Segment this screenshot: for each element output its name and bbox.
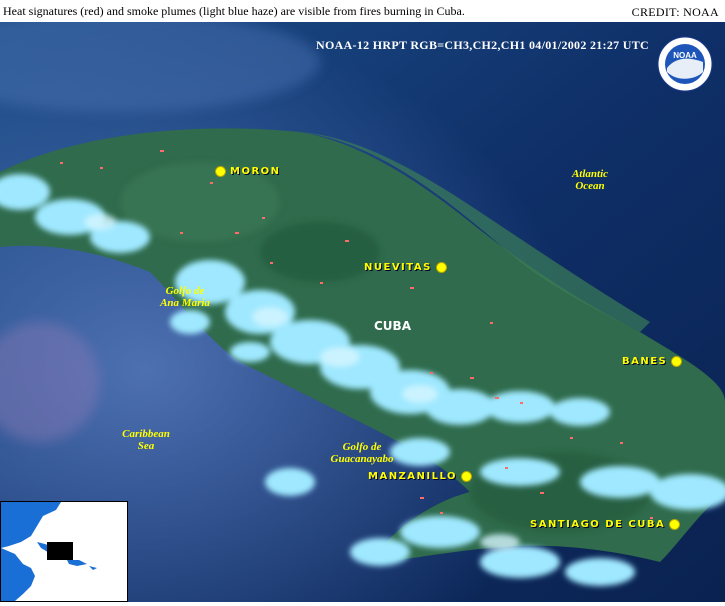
city-marker-icon <box>435 262 447 273</box>
city-marker-icon <box>671 356 683 367</box>
water-label-line: Golfo de <box>165 285 205 297</box>
city-label: Moron <box>230 166 281 177</box>
city-label: Santiago de Cuba <box>530 519 666 530</box>
satellite-info: NOAA-12 HRPT RGB=CH3,CH2,CH1 04/01/2002 … <box>316 38 649 52</box>
label-golfo-de-ana-maria: Golfo de Ana Maria <box>155 285 215 309</box>
city-santiago-de-cuba: Santiago de Cuba <box>530 519 681 530</box>
noaa-logo-text: NOAA <box>673 51 697 60</box>
city-nuevitas: Nuevitas <box>364 262 447 273</box>
noaa-logo-icon: NOAA <box>657 36 713 92</box>
water-label-line: Guacanayabo <box>330 453 394 465</box>
credit-text: CREDIT: NOAA <box>631 5 719 19</box>
label-atlantic-ocean: Atlantic Ocean <box>562 168 618 192</box>
water-label-line: Ana Maria <box>160 297 210 309</box>
water-label-line: Sea <box>137 440 155 452</box>
city-marker-icon <box>215 166 226 177</box>
city-manzanillo: Manzanillo <box>368 471 473 482</box>
water-label-line: Caribbean <box>122 428 170 440</box>
caption-bar: Heat signatures (red) and smoke plumes (… <box>0 0 725 22</box>
water-label-line: Golfo de <box>342 441 382 453</box>
label-golfo-de-guacanayabo: Golfo de Guacanayabo <box>322 441 402 465</box>
image-caption: Heat signatures (red) and smoke plumes (… <box>3 4 465 18</box>
country-label-cuba: CUBA <box>374 319 411 333</box>
city-marker-icon <box>669 519 681 530</box>
water-label-line: Ocean <box>575 180 605 192</box>
inset-highlight-box <box>47 542 73 560</box>
locator-map-graphic <box>1 502 127 601</box>
label-caribbean-sea: Caribbean Sea <box>114 428 178 452</box>
city-moron: Moron <box>215 166 281 177</box>
water-label-line: Atlantic <box>571 168 609 180</box>
city-label: Manzanillo <box>368 471 458 482</box>
city-label: Banes <box>622 356 668 367</box>
city-banes: Banes <box>622 356 683 367</box>
city-marker-icon <box>461 471 473 482</box>
city-label: Nuevitas <box>364 262 432 273</box>
locator-inset-map <box>0 501 128 602</box>
